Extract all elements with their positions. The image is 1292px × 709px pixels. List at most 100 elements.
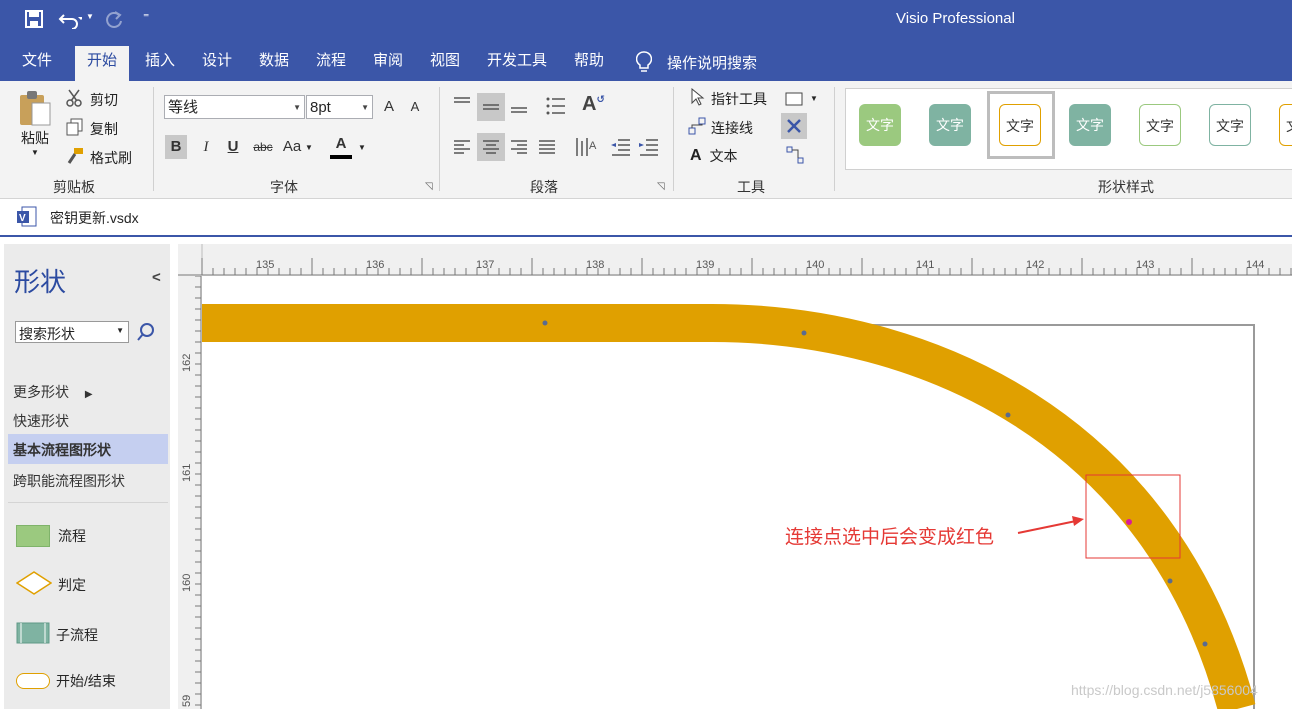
align-middle-button[interactable]: [477, 93, 505, 121]
tab-data[interactable]: 数据: [247, 46, 301, 81]
shape-style-swatch[interactable]: 文字: [999, 104, 1041, 146]
chevron-down-icon[interactable]: ▼: [810, 94, 818, 103]
cross-functional-shapes[interactable]: 跨职能流程图形状: [13, 471, 125, 491]
tab-design[interactable]: 设计: [190, 46, 244, 81]
grow-font-button[interactable]: A: [378, 95, 400, 119]
more-shapes[interactable]: 更多形状 ▶: [13, 382, 93, 402]
tab-developer[interactable]: 开发工具: [475, 46, 559, 81]
basic-flowchart-shapes[interactable]: 基本流程图形状: [8, 434, 168, 464]
tab-help[interactable]: 帮助: [562, 46, 616, 81]
text-tool-label: 文本: [709, 148, 738, 164]
paintbrush-icon: [66, 147, 84, 168]
format-painter-label: 格式刷: [90, 149, 132, 166]
shape-style-swatch[interactable]: 文字: [1209, 104, 1251, 146]
cut-label: 剪切: [90, 91, 118, 108]
underline-button[interactable]: U: [222, 135, 244, 159]
shape-style-swatch[interactable]: 文字: [929, 104, 971, 146]
undo-dropdown-icon[interactable]: ▼: [86, 12, 94, 21]
align-bottom-button[interactable]: [509, 95, 529, 118]
svg-text:A: A: [589, 140, 597, 152]
font-size-select[interactable]: 8pt ▼: [306, 95, 373, 119]
quick-shapes[interactable]: 快速形状: [13, 411, 69, 431]
delete-connection-button[interactable]: [781, 113, 807, 139]
copy-label: 复制: [90, 120, 118, 137]
shrink-font-button[interactable]: A: [404, 95, 426, 119]
stencil-decision[interactable]: 判定: [15, 571, 86, 598]
shape-style-swatch[interactable]: 文字: [1069, 104, 1111, 146]
connection-point[interactable]: [1005, 412, 1011, 418]
tab-process[interactable]: 流程: [304, 46, 358, 81]
stencil-process[interactable]: 流程: [16, 525, 86, 547]
copy-button[interactable]: 复制: [66, 118, 118, 139]
cut-button[interactable]: 剪切: [66, 89, 118, 110]
text-block-button[interactable]: A: [574, 135, 598, 162]
paste-label: 粘贴: [21, 130, 49, 146]
customize-qat-icon[interactable]: ⁼: [143, 10, 149, 24]
chevron-down-icon[interactable]: ▼: [358, 143, 366, 152]
shape-style-swatch[interactable]: 文字: [1139, 104, 1181, 146]
format-painter-button[interactable]: 格式刷: [66, 147, 132, 168]
increase-indent-button[interactable]: [638, 137, 660, 160]
chevron-down-icon[interactable]: ▼: [116, 326, 124, 335]
tab-review[interactable]: 审阅: [361, 46, 415, 81]
strikethrough-button[interactable]: abc: [250, 135, 276, 159]
stencil-start-end[interactable]: 开始/结束: [16, 671, 116, 691]
connection-point[interactable]: [1202, 641, 1208, 647]
text-direction-button[interactable]: A↺: [582, 93, 605, 116]
text-tool-button[interactable]: A 文本: [690, 146, 738, 166]
save-icon[interactable]: [24, 9, 44, 32]
tab-view[interactable]: 视图: [418, 46, 472, 81]
subprocess-shape-icon: [16, 622, 50, 647]
chevron-down-icon[interactable]: ▼: [305, 143, 313, 152]
font-family-select[interactable]: 等线 ▼: [164, 95, 305, 119]
tab-file[interactable]: 文件: [10, 46, 64, 81]
shape-style-swatch[interactable]: 文字: [859, 104, 901, 146]
align-right-button[interactable]: [509, 137, 529, 160]
curved-connector[interactable]: [202, 304, 1256, 709]
connection-point-tool-icon[interactable]: [784, 144, 806, 169]
paste-icon: [18, 89, 52, 130]
ruler-label: 141: [916, 259, 935, 271]
tab-home[interactable]: 开始: [75, 46, 130, 81]
document-filename[interactable]: 密钥更新.vsdx: [50, 208, 139, 228]
connector-button[interactable]: 连接线: [688, 117, 753, 138]
align-top-button[interactable]: [452, 95, 472, 118]
bold-button[interactable]: B: [165, 135, 187, 159]
undo-icon[interactable]: [58, 9, 84, 32]
connection-point-selected[interactable]: [1126, 519, 1132, 525]
tab-insert[interactable]: 插入: [133, 46, 187, 81]
shape-style-swatch[interactable]: 文字: [1279, 104, 1292, 146]
decrease-indent-button[interactable]: [610, 137, 632, 160]
justify-button[interactable]: [537, 137, 557, 160]
process-shape-icon: [16, 525, 50, 547]
stencil-subprocess[interactable]: 子流程: [16, 622, 98, 647]
redo-icon[interactable]: [104, 9, 124, 32]
rectangle-tool-button[interactable]: [785, 91, 803, 110]
connection-point[interactable]: [542, 320, 548, 326]
chevron-right-icon: ▶: [84, 389, 93, 400]
search-placeholder: 搜索形状: [19, 326, 75, 342]
paste-dropdown-icon[interactable]: ▼: [31, 148, 39, 157]
lightbulb-icon[interactable]: [635, 51, 653, 76]
paste-button[interactable]: 粘贴 ▼: [18, 89, 52, 157]
change-case-button[interactable]: Aa: [280, 135, 304, 159]
ruler-label: 139: [696, 259, 715, 271]
collapse-pane-button[interactable]: <: [152, 269, 161, 286]
search-icon[interactable]: [135, 321, 157, 346]
chevron-down-icon: ▼: [293, 103, 301, 112]
italic-button[interactable]: I: [195, 135, 217, 159]
align-left-button[interactable]: [452, 137, 472, 160]
bullets-button[interactable]: [545, 95, 567, 120]
connection-point[interactable]: [801, 330, 807, 336]
font-color-button[interactable]: A: [330, 133, 352, 159]
font-group-label: 字体: [270, 179, 298, 195]
pointer-tool-button[interactable]: 指针工具: [690, 87, 767, 109]
decision-shape-icon: [15, 571, 53, 598]
tell-me-search[interactable]: 操作说明搜索: [667, 52, 757, 73]
dialog-launcher-icon[interactable]: ◹: [425, 181, 433, 192]
shape-search-input[interactable]: 搜索形状 ▼: [15, 321, 129, 343]
dialog-launcher-icon[interactable]: ◹: [657, 181, 665, 192]
connection-point[interactable]: [1167, 578, 1173, 584]
stencil-label: 开始/结束: [56, 673, 116, 689]
align-center-button[interactable]: [477, 133, 505, 161]
